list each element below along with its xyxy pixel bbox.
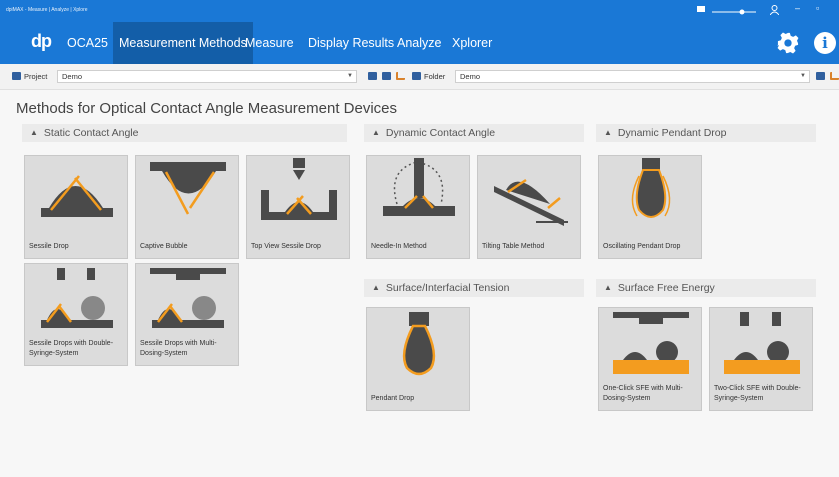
card-label: Sessile Drop <box>29 243 69 250</box>
section-surface-tension[interactable]: ▲ Surface/Interfacial Tension <box>364 279 584 297</box>
folder-select-value: Demo <box>460 72 481 81</box>
one-click-sfe-icon <box>613 312 689 374</box>
project-select[interactable]: Demo ▼ <box>57 70 357 83</box>
method-card-sessile-drop[interactable]: Sessile Drop <box>24 155 128 259</box>
chevron-down-icon: ▼ <box>800 73 806 79</box>
section-dynamic-pendant-drop[interactable]: ▲ Dynamic Pendant Drop <box>596 124 816 142</box>
section-dynamic-contact-angle[interactable]: ▲ Dynamic Contact Angle <box>364 124 584 142</box>
method-card-pendant-drop[interactable]: Pendant Drop <box>366 307 470 411</box>
window-title: dpiMAX - Measure | Analyze | Xplore <box>6 7 88 13</box>
project-label: Project <box>24 72 48 81</box>
section-title: Dynamic Pendant Drop <box>617 127 727 139</box>
method-card-sessile-multi-dosing[interactable]: Sessile Drops with Multi-Dosing-System <box>135 263 239 366</box>
section-title: Surface Free Energy <box>617 282 715 294</box>
card-label: Sessile Drops with Double-Syringe-System <box>29 340 114 357</box>
project-toolbar: Project Demo ▼ Folder Demo ▼ <box>0 64 839 90</box>
method-card-oscillating-pendant[interactable]: Oscillating Pendant Drop <box>598 155 702 259</box>
open-project-icon[interactable] <box>368 72 377 80</box>
double-syringe-icon <box>41 268 113 328</box>
card-label: Oscillating Pendant Drop <box>603 243 681 250</box>
info-icon[interactable]: i <box>814 32 836 54</box>
section-surface-free-energy[interactable]: ▲ Surface Free Energy <box>596 279 816 297</box>
section-title: Dynamic Contact Angle <box>385 127 496 139</box>
nav-measurement-methods[interactable]: Measurement Methods <box>113 22 253 64</box>
method-card-one-click-sfe[interactable]: One-Click SFE with Multi-Dosing-System <box>598 307 702 411</box>
method-card-needle-in[interactable]: Needle-In Method <box>366 155 470 259</box>
section-title: Surface/Interfacial Tension <box>385 282 510 294</box>
card-label: Tilting Table Method <box>482 243 545 250</box>
nav-xplorer[interactable]: Xplorer <box>446 22 498 64</box>
method-card-sessile-double-syringe[interactable]: Sessile Drops with Double-Syringe-System <box>24 263 128 366</box>
nav-display-results[interactable]: Display Results <box>302 22 400 64</box>
folder-label: Folder <box>424 72 446 81</box>
chevron-up-icon: ▲ <box>372 283 380 292</box>
section-static-contact-angle[interactable]: ▲ Static Contact Angle <box>22 124 347 142</box>
oscillating-pendant-drop-icon <box>631 158 671 218</box>
card-label: Captive Bubble <box>140 243 188 250</box>
card-label: Two-Click SFE with Double-Syringe-System <box>714 385 801 402</box>
nav-oca25[interactable]: OCA25 <box>61 22 114 64</box>
chevron-down-icon: ▼ <box>347 73 353 79</box>
chevron-up-icon: ▲ <box>30 128 38 137</box>
two-click-sfe-icon <box>724 312 800 374</box>
project-tree-icon[interactable] <box>396 72 405 80</box>
app-logo: dp <box>31 31 52 51</box>
card-label: Sessile Drops with Multi-Dosing-System <box>140 340 217 357</box>
section-title: Static Contact Angle <box>43 127 139 139</box>
restore-icon[interactable]: ▫ <box>816 3 819 13</box>
multi-dosing-icon <box>150 268 226 328</box>
folder-icon <box>412 72 421 80</box>
needle-in-icon <box>383 158 455 216</box>
project-select-value: Demo <box>62 72 83 81</box>
new-project-icon[interactable] <box>382 72 391 80</box>
main-navbar: dp OCA25 Measurement Methods Measure Dis… <box>0 22 839 64</box>
nav-measure[interactable]: Measure <box>239 22 300 64</box>
project-icon <box>12 72 21 80</box>
open-folder-icon[interactable] <box>816 72 825 80</box>
minimize-icon[interactable]: – <box>795 3 800 13</box>
top-view-sessile-drop-icon <box>261 158 337 220</box>
method-card-captive-bubble[interactable]: Captive Bubble <box>135 155 239 259</box>
chevron-up-icon: ▲ <box>372 128 380 137</box>
page-title: Methods for Optical Contact Angle Measur… <box>16 100 398 117</box>
captive-bubble-icon <box>150 162 226 215</box>
method-card-tilting-table[interactable]: Tilting Table Method <box>477 155 581 259</box>
nav-analyze[interactable]: Analyze <box>391 22 447 64</box>
method-card-two-click-sfe[interactable]: Two-Click SFE with Double-Syringe-System <box>709 307 813 411</box>
chevron-up-icon: ▲ <box>604 128 612 137</box>
gear-icon[interactable] <box>777 32 799 54</box>
chevron-up-icon: ▲ <box>604 283 612 292</box>
card-label: One-Click SFE with Multi-Dosing-System <box>603 385 683 402</box>
tilting-table-icon <box>494 178 568 226</box>
card-label: Top View Sessile Drop <box>251 243 321 250</box>
method-card-top-view-sessile-drop[interactable]: Top View Sessile Drop <box>246 155 350 259</box>
user-icon[interactable] <box>770 5 779 15</box>
sessile-drop-icon <box>41 175 113 217</box>
card-label: Needle-In Method <box>371 243 427 250</box>
card-label: Pendant Drop <box>371 395 415 402</box>
folder-select[interactable]: Demo ▼ <box>455 70 810 83</box>
window-titlebar: dpiMAX - Measure | Analyze | Xplore – ▫ <box>0 0 839 22</box>
flag-icon[interactable] <box>697 6 707 14</box>
folder-tree-icon[interactable] <box>830 72 839 80</box>
zoom-slider[interactable] <box>712 8 756 16</box>
pendant-drop-icon <box>402 312 436 376</box>
